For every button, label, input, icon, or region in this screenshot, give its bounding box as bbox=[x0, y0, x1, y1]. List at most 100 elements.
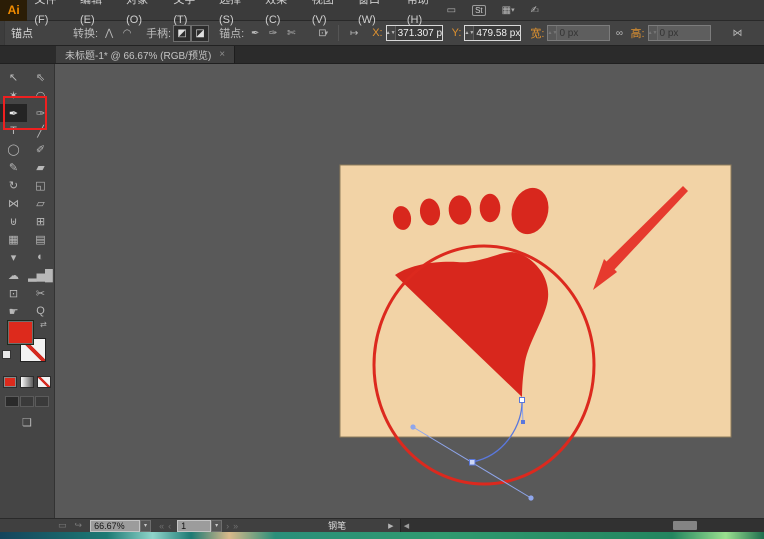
artboard-number-field[interactable]: 1 bbox=[177, 519, 212, 532]
remove-anchor-button[interactable]: ✒ bbox=[246, 25, 264, 42]
align-edges-icon[interactable]: ↦ bbox=[345, 25, 363, 42]
none-button[interactable] bbox=[37, 376, 51, 388]
connect-path-button[interactable]: ✑ bbox=[264, 25, 282, 42]
canvas-area[interactable] bbox=[55, 64, 764, 518]
first-artboard-button[interactable]: « bbox=[159, 521, 164, 531]
paint-style-buttons bbox=[0, 376, 54, 388]
x-field[interactable]: ▲▼ 371.307 px bbox=[385, 25, 443, 41]
x-stepper[interactable]: ▲▼ bbox=[386, 26, 396, 40]
drawing-mode-buttons bbox=[0, 396, 54, 407]
control-bar-grip[interactable] bbox=[0, 21, 5, 45]
shape-builder-tool[interactable]: ⊎ bbox=[0, 212, 27, 230]
type-tool[interactable]: T bbox=[0, 122, 27, 140]
scroll-left-button[interactable]: ◀ bbox=[401, 522, 413, 530]
free-transform-tool[interactable]: ▱ bbox=[27, 194, 54, 212]
draw-behind-mode-button[interactable] bbox=[20, 396, 34, 407]
pen-anchor-start[interactable] bbox=[519, 397, 525, 403]
hand-tool[interactable]: ☛ bbox=[0, 302, 27, 320]
convert-to-smooth-button[interactable]: ◠ bbox=[118, 25, 136, 42]
statusbar-icon-2[interactable]: ↪ bbox=[75, 520, 83, 531]
anchors-label: 锚点: bbox=[219, 28, 245, 40]
gradient-tool[interactable]: ▤ bbox=[27, 230, 54, 248]
pen-tool[interactable]: ✒ bbox=[0, 104, 27, 122]
zoom-dropdown-button[interactable]: ▾ bbox=[140, 519, 152, 532]
slice-tool[interactable]: ✂ bbox=[27, 284, 54, 302]
last-artboard-button[interactable]: » bbox=[233, 521, 238, 531]
width-tool[interactable]: ⋈ bbox=[0, 194, 27, 212]
pen-anchor-selected[interactable] bbox=[469, 459, 476, 466]
link-dimensions-icon[interactable]: ∞ bbox=[610, 25, 628, 42]
windows-taskbar-strip[interactable] bbox=[0, 532, 764, 539]
magic-wand-tool[interactable]: ✶ bbox=[0, 86, 27, 104]
x-label: X: bbox=[372, 27, 383, 39]
change-screen-mode-button[interactable]: ❏ bbox=[0, 416, 54, 429]
document-tab[interactable]: 未标题-1* @ 66.67% (RGB/预览) × bbox=[56, 46, 236, 63]
curvature-tool[interactable]: ✑ bbox=[27, 104, 54, 122]
fill-swatch[interactable] bbox=[7, 320, 34, 345]
height-label: 高: bbox=[630, 28, 645, 40]
artboard-tool[interactable]: ⊡ bbox=[0, 284, 27, 302]
gradient-button[interactable] bbox=[20, 376, 34, 388]
zoom-tool[interactable]: Q bbox=[27, 302, 54, 320]
swap-fill-stroke-icon[interactable]: ⇄ bbox=[40, 320, 47, 329]
status-bar: ▭ ↪ 66.67% ▾ « ‹ 1 ▾ › » 钢笔 ▶ ◀ bbox=[0, 518, 764, 532]
next-artboard-button[interactable]: › bbox=[226, 521, 229, 531]
cut-path-button[interactable]: ✄ bbox=[282, 25, 300, 42]
draw-normal-mode-button[interactable] bbox=[5, 396, 19, 407]
appbar-extra-icon[interactable]: ✍ bbox=[531, 5, 539, 16]
horizontal-scrollbar-thumb[interactable] bbox=[672, 521, 697, 530]
transform-options-icon[interactable]: ⋈ bbox=[729, 25, 747, 42]
line-segment-tool[interactable]: ╱ bbox=[27, 122, 54, 140]
pencil-tool[interactable]: ✎ bbox=[0, 158, 27, 176]
x-value: 371.307 px bbox=[397, 27, 442, 39]
menu-item-0[interactable]: 文件(F) bbox=[27, 0, 73, 30]
scale-tool[interactable]: ◱ bbox=[27, 176, 54, 194]
show-handles-button[interactable]: ◩ bbox=[173, 24, 192, 42]
ellipse-tool[interactable]: ◯ bbox=[0, 140, 27, 158]
arrange-documents-icon[interactable]: ▭ bbox=[447, 5, 456, 16]
blend-tool[interactable]: ◐ bbox=[27, 248, 54, 266]
illustrator-window: { "colors": { "shape_red": "#d8271d", "c… bbox=[0, 0, 764, 539]
eraser-tool[interactable]: ▰ bbox=[27, 158, 54, 176]
y-stepper[interactable]: ▲▼ bbox=[464, 26, 475, 40]
adobe-stock-icon[interactable]: St bbox=[472, 4, 486, 16]
column-graph-tool[interactable]: ▂▅█ bbox=[27, 266, 54, 284]
workspace-switcher-icon[interactable]: ▦ ▾ bbox=[502, 5, 515, 16]
rotate-tool[interactable]: ↻ bbox=[0, 176, 27, 194]
main-area: ↖ ⇖ ✶ ◠ ✒ ✑ T ╱ ◯ ✐ ✎ ▰ ↻ ◱ ⋈ ▱ ⊎ ⊞ ▦ ▤ ▾ ◐ ☁ ▂▅█ ⊡ ✂ ☛ Q ⇄ ❏ bbox=[0, 64, 764, 518]
paintbrush-tool[interactable]: ✐ bbox=[27, 140, 54, 158]
pen-direction-endpoint-1[interactable] bbox=[410, 424, 416, 430]
foot-toe-4[interactable] bbox=[479, 193, 501, 223]
artboard-dropdown-button[interactable]: ▾ bbox=[211, 519, 223, 532]
height-stepper: ▲▼ bbox=[648, 26, 658, 40]
current-tool-status: 钢笔 bbox=[328, 521, 347, 531]
status-popup-arrow[interactable]: ▶ bbox=[388, 522, 393, 530]
horizontal-scrollbar[interactable]: ◀ bbox=[399, 519, 764, 532]
mesh-tool[interactable]: ▦ bbox=[0, 230, 27, 248]
symbol-sprayer-tool[interactable]: ☁ bbox=[0, 266, 27, 284]
close-tab-icon[interactable]: × bbox=[219, 49, 225, 60]
height-value: 0 px bbox=[659, 27, 679, 39]
convert-to-corner-button[interactable]: ⋀ bbox=[100, 25, 118, 42]
eyedropper-tool[interactable]: ▾ bbox=[0, 248, 27, 266]
zoom-level-field[interactable]: 66.67% bbox=[90, 519, 141, 532]
width-value: 0 px bbox=[559, 27, 579, 39]
color-button[interactable] bbox=[3, 376, 17, 388]
y-field[interactable]: ▲▼ 479.58 px bbox=[464, 25, 522, 41]
direct-selection-tool[interactable]: ⇖ bbox=[27, 68, 54, 86]
clipping-mask-button[interactable]: ⊡ ▾ bbox=[314, 25, 332, 42]
document-canvas[interactable] bbox=[55, 64, 764, 518]
draw-inside-mode-button[interactable] bbox=[35, 396, 49, 407]
selection-tool[interactable]: ↖ bbox=[0, 68, 27, 86]
previous-artboard-button[interactable]: ‹ bbox=[168, 521, 171, 531]
document-tab-bar: 未标题-1* @ 66.67% (RGB/预览) × bbox=[0, 46, 764, 64]
hide-handles-button[interactable]: ◪ bbox=[191, 24, 210, 42]
anchor-point-panel-label: 锚点 bbox=[11, 28, 33, 40]
default-fill-stroke-icon[interactable] bbox=[2, 350, 11, 359]
pen-handle-point[interactable] bbox=[521, 420, 525, 424]
handles-label: 手柄: bbox=[146, 28, 172, 40]
statusbar-icon-1[interactable]: ▭ bbox=[58, 520, 67, 531]
lasso-tool[interactable]: ◠ bbox=[27, 86, 54, 104]
perspective-grid-tool[interactable]: ⊞ bbox=[27, 212, 54, 230]
pen-direction-endpoint-2[interactable] bbox=[528, 495, 534, 501]
